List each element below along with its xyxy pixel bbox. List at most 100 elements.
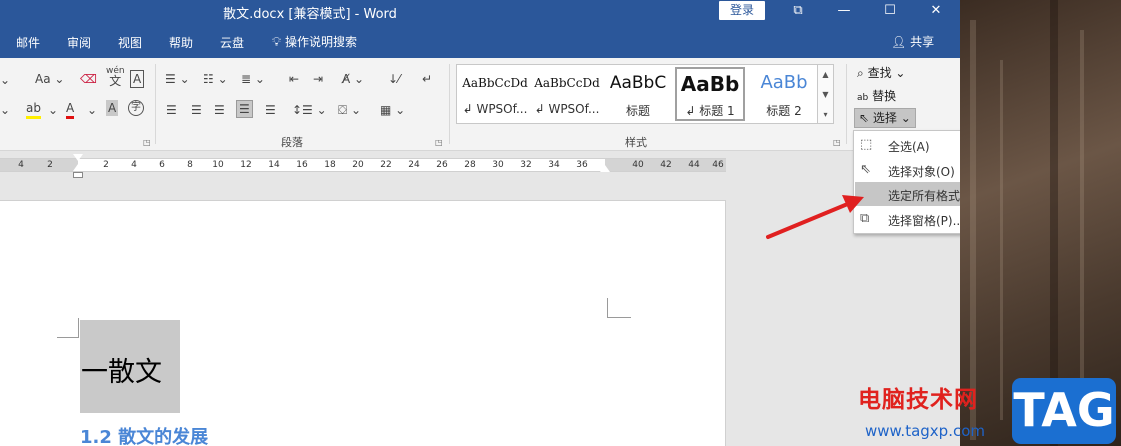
hanging-indent-marker[interactable] — [73, 164, 83, 171]
style-name: 标题 2 — [766, 104, 802, 118]
ruler-tick: 46 — [712, 160, 724, 170]
select-objects-icon: ⇖ — [860, 162, 871, 177]
ruler-track: 4 2 2 4 6 8 10 12 14 16 18 20 22 24 26 2… — [0, 158, 726, 172]
styles-dialog-launcher-icon[interactable]: ◳ — [833, 138, 841, 147]
align-left-icon[interactable]: ☰ — [166, 102, 177, 118]
tab-help[interactable]: 帮助 — [169, 34, 193, 51]
ribbon-display-icon[interactable]: ⧉ — [775, 0, 821, 23]
style-name-text: WPSOf... — [476, 102, 528, 116]
shading-icon[interactable]: ⛋ ⌄ — [338, 102, 361, 118]
find-label: 查找 — [867, 66, 892, 80]
annotation-arrow — [766, 195, 864, 239]
style-tile[interactable]: AaBbCcDd ↲ WPSOf... — [532, 67, 602, 121]
chevron-down-icon[interactable]: ⌄ — [0, 72, 10, 88]
chevron-down-icon: ⌄ — [900, 111, 911, 125]
menu-item-select-similar[interactable]: 选定所有格式类似的文本(无数据)(S) — [855, 182, 960, 206]
font-dialog-launcher-icon[interactable]: ◳ — [143, 138, 151, 147]
group-separator — [155, 64, 156, 144]
font-color-button[interactable]: A — [66, 100, 75, 119]
ruler-tick: 20 — [352, 160, 364, 170]
menu-item-select-objects[interactable]: ⇖ 选择对象(O) — [855, 158, 960, 182]
distributed-icon[interactable]: ☰ — [265, 102, 276, 118]
change-case-label: Aa — [35, 72, 51, 86]
clear-format-icon[interactable]: ⌫ — [80, 71, 97, 87]
borders-icon[interactable]: ▦ ⌄ — [380, 102, 405, 118]
style-tile[interactable]: AaBbCcDd ↲ WPSOf... — [460, 67, 530, 121]
replace-label: 替换 — [872, 89, 897, 103]
menu-item-selection-pane[interactable]: ⧉ 选择窗格(P)... — [855, 207, 960, 231]
align-center-icon[interactable]: ☰ — [191, 102, 202, 118]
gallery-scrollbar[interactable]: ▲ ▼ ▾ — [818, 64, 834, 124]
style-tile-selected[interactable]: AaBb ↲ 标题 1 — [675, 67, 745, 121]
numbering-icon[interactable]: ☷ ⌄ — [203, 71, 228, 87]
tab-cloud[interactable]: 云盘 — [220, 34, 244, 51]
decrease-indent-icon[interactable]: ⇤ — [289, 71, 299, 87]
style-tile[interactable]: AaBb 标题 2 — [749, 67, 819, 121]
document-title: 一散文 — [81, 357, 162, 388]
first-line-indent-marker[interactable] — [73, 154, 83, 161]
char-shading-button[interactable]: A — [106, 100, 119, 116]
document-page[interactable]: 一散文 1.2 散文的发展 — [0, 200, 726, 446]
horizontal-ruler[interactable]: 4 2 2 4 6 8 10 12 14 16 18 20 22 24 26 2… — [0, 152, 960, 182]
bullets-icon[interactable]: ☰ ⌄ — [165, 71, 190, 87]
ribbon: ⌄ Aa ⌄ ⌫ wén 文 A ⌄ ab ⌄ A ⌄ A 字 ◳ ☰ ⌄ ☷ ⌄… — [0, 58, 960, 151]
ruler-tick: 28 — [464, 160, 476, 170]
line-spacing-icon[interactable]: ↕☰ ⌄ — [292, 102, 327, 118]
style-name: ↲ 标题 1 — [677, 102, 743, 119]
ruler-tick: 2 — [47, 160, 53, 170]
ruler-tick: 16 — [296, 160, 308, 170]
find-button[interactable]: ⌕ 查找 ⌄ — [857, 64, 905, 81]
style-tile[interactable]: AaBbC 标题 — [603, 67, 673, 121]
menu-item-label: 选定所有格式类似的文本(无数据)(S) — [888, 189, 960, 203]
ruler-tick: 14 — [268, 160, 280, 170]
scroll-down-icon[interactable]: ▼ — [818, 85, 833, 105]
ruler-tick: 2 — [103, 160, 109, 170]
replace-button[interactable]: ab 替换 — [857, 87, 896, 104]
tab-mailings[interactable]: 邮件 — [16, 34, 40, 51]
tell-me-search[interactable]: 💡︎ 操作说明搜索 — [272, 33, 357, 50]
title-bar: 散文.docx [兼容模式] - Word 登录 ⧉ — ☐ ✕ — [0, 0, 960, 23]
sort-icon[interactable]: ↓⁄ — [388, 71, 400, 87]
minimize-button[interactable]: — — [821, 0, 867, 23]
multilevel-list-icon[interactable]: ≣ ⌄ — [241, 71, 265, 87]
select-button[interactable]: ⇖ 选择 ⌄ — [854, 108, 916, 128]
lightbulb-icon: 💡︎ — [272, 35, 282, 50]
char-border-button[interactable]: A — [130, 70, 145, 88]
tab-view[interactable]: 视图 — [118, 34, 142, 51]
document-title-box[interactable]: 一散文 — [80, 320, 180, 413]
scroll-up-icon[interactable]: ▲ — [818, 65, 833, 85]
phonetic-guide-button[interactable]: wén 文 — [106, 66, 125, 88]
document-heading[interactable]: 1.2 散文的发展 — [80, 423, 208, 446]
paragraph-mark-icon: ↲ — [685, 104, 696, 118]
chevron-down-icon[interactable]: ⌄ — [48, 102, 58, 118]
maximize-button[interactable]: ☐ — [867, 0, 913, 23]
menu-item-select-all[interactable]: ⬚ 全选(A) — [855, 133, 960, 157]
align-right-icon[interactable]: ☰ — [214, 102, 225, 118]
margin-corner-mark — [607, 298, 631, 318]
watermark-tag-logo: TAG — [1012, 378, 1116, 444]
increase-indent-icon[interactable]: ⇥ — [313, 71, 323, 87]
styles-group-label: 样式 — [625, 136, 647, 149]
left-indent-marker[interactable] — [73, 172, 83, 178]
right-indent-marker[interactable] — [600, 165, 610, 172]
highlight-button[interactable]: ab — [26, 100, 41, 119]
enclose-char-button[interactable]: 字 — [128, 100, 144, 116]
change-case-button[interactable]: Aa ⌄ — [35, 71, 64, 87]
gallery-expand-icon[interactable]: ▾ — [818, 105, 833, 125]
share-button[interactable]: 👤︎ 共享 — [891, 33, 934, 50]
style-gallery: AaBbCcDd ↲ WPSOf... AaBbCcDd ↲ WPSOf... … — [456, 64, 818, 124]
login-button[interactable]: 登录 — [719, 1, 765, 20]
ruler-tick: 32 — [520, 160, 532, 170]
paragraph-dialog-launcher-icon[interactable]: ◳ — [435, 138, 443, 147]
chevron-down-icon[interactable]: ⌄ — [87, 102, 97, 118]
style-name: ↲ WPSOf... — [532, 102, 602, 116]
watermark-url: www.tagxp.com — [865, 422, 985, 440]
chevron-down-icon[interactable]: ⌄ — [0, 102, 10, 118]
asian-layout-icon[interactable]: A̸ ⌄ — [342, 71, 364, 87]
select-all-icon: ⬚ — [860, 137, 873, 152]
close-button[interactable]: ✕ — [913, 0, 959, 23]
justify-icon[interactable]: ☰ — [236, 100, 253, 118]
tab-review[interactable]: 审阅 — [67, 34, 91, 51]
cursor-arrow-icon: ⇖ — [859, 111, 870, 125]
show-marks-icon[interactable]: ↵ — [422, 71, 432, 87]
